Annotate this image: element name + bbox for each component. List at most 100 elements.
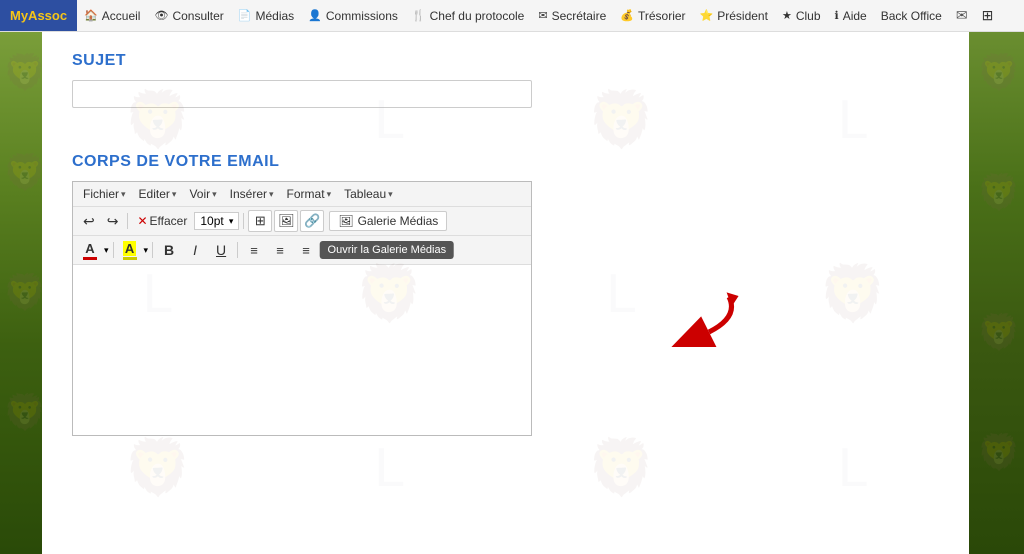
- voir-chevron: ▾: [212, 189, 217, 200]
- align-right-button[interactable]: ≡: [294, 239, 318, 261]
- bg-color-a-label: A: [123, 241, 136, 256]
- body-section: CORPS DE VOTRE EMAIL Fichier ▾ Editer ▾ …: [72, 153, 939, 436]
- lion-watermark-left-2: 🦁: [3, 152, 42, 193]
- clear-label: Effacer: [150, 214, 188, 228]
- navbar: MyAssoc 🏠 Accueil 👁 Consulter 📄 Médias 👤…: [0, 0, 1024, 32]
- nav-aide-label: Aide: [843, 9, 867, 23]
- lion-watermark-right-1: 🦁: [977, 52, 1021, 93]
- lion-watermark-left-4: 🦁: [3, 392, 42, 433]
- italic-button[interactable]: I: [183, 239, 207, 261]
- menu-editer[interactable]: Editer ▾: [134, 185, 182, 203]
- eye-icon: 👁: [154, 9, 168, 22]
- lion-watermark-right-2: 🦁: [977, 172, 1021, 213]
- nav-consulter[interactable]: 👁 Consulter: [147, 0, 230, 31]
- nav-club-label: Club: [796, 9, 821, 23]
- fontsize-chevron: ▾: [229, 216, 234, 227]
- menu-voir[interactable]: Voir ▾: [184, 185, 221, 203]
- redo-button[interactable]: ↪: [102, 211, 124, 232]
- subject-input[interactable]: [72, 80, 532, 108]
- menu-voir-label: Voir: [189, 187, 210, 201]
- body-label: CORPS DE VOTRE EMAIL: [72, 153, 939, 171]
- star-icon: ⭐: [700, 9, 714, 22]
- align-center-button[interactable]: ≡: [268, 239, 292, 261]
- bg-color-button[interactable]: A: [118, 239, 142, 261]
- galerie-tooltip: Ouvrir la Galerie Médias: [320, 241, 455, 259]
- fmt-sep-3: [237, 242, 238, 258]
- underline-button[interactable]: U: [209, 239, 233, 261]
- undo-button[interactable]: ↩: [78, 211, 100, 232]
- nav-chef-protocole[interactable]: 🍴 Chef du protocole: [405, 0, 531, 31]
- doc-icon: 📄: [238, 9, 252, 22]
- fontsize-select[interactable]: 10pt ▾: [194, 212, 239, 230]
- nav-commissions[interactable]: 👤 Commissions: [301, 0, 405, 31]
- fmt-sep-2: [152, 242, 153, 258]
- nav-chef-label: Chef du protocole: [430, 9, 525, 23]
- galerie-btn-container: 🖼 Galerie Médias Ouvrir la Galerie Média…: [326, 211, 447, 231]
- menu-fichier[interactable]: Fichier ▾: [78, 185, 131, 203]
- align-right-icon: ≡: [302, 243, 310, 258]
- image-icon: 🖼: [278, 213, 295, 229]
- home-icon: 🏠: [84, 9, 98, 22]
- nav-backoffice[interactable]: Back Office: [874, 0, 949, 31]
- table-insert-button[interactable]: ⊞: [248, 210, 272, 232]
- lion-watermark-right-3: 🦁: [977, 312, 1021, 353]
- clear-button[interactable]: ✕ Effacer: [132, 212, 192, 230]
- fork-icon: 🍴: [412, 9, 426, 22]
- table-icon: ⊞: [255, 213, 266, 229]
- align-center-icon: ≡: [276, 243, 284, 258]
- toolbar-sep-1: [127, 213, 128, 229]
- menu-format[interactable]: Format ▾: [282, 185, 337, 203]
- nav-email[interactable]: ✉: [949, 0, 975, 31]
- nav-commissions-label: Commissions: [326, 9, 398, 23]
- format-toolbar: A ▾ A ▾: [73, 236, 531, 265]
- right-sidebar: 🦁 🦁 🦁 🦁: [969, 32, 1024, 554]
- fichier-chevron: ▾: [121, 189, 126, 200]
- nav-tresorier[interactable]: 💰 Trésorier: [613, 0, 692, 31]
- undo-icon: ↩: [83, 213, 95, 230]
- subject-section: SUJET: [72, 52, 939, 133]
- nav-secretaire-label: Secrétaire: [552, 9, 607, 23]
- nav-tresorier-label: Trésorier: [638, 9, 686, 23]
- main-content: 🦁 L 🦁 L L 🦁 L 🦁 🦁 L 🦁 L SUJET CORPS DE V…: [42, 32, 969, 554]
- menu-tableau[interactable]: Tableau ▾: [339, 185, 398, 203]
- menu-inserer[interactable]: Insérer ▾: [225, 185, 279, 203]
- subject-label: SUJET: [72, 52, 939, 70]
- image-insert-button[interactable]: 🖼: [274, 210, 298, 232]
- page-wrapper: 🦁 🦁 🦁 🦁 🦁 L 🦁 L L 🦁 L 🦁 🦁 L 🦁 L SUJET: [0, 32, 1024, 554]
- editor-body[interactable]: [73, 265, 531, 435]
- menu-inserer-label: Insérer: [230, 187, 267, 201]
- nav-president[interactable]: ⭐ Président: [693, 0, 775, 31]
- align-left-icon: ≡: [250, 243, 258, 258]
- nav-accueil[interactable]: 🏠 Accueil: [77, 0, 147, 31]
- gallery-icon: 🖼: [338, 214, 353, 228]
- brand-logo[interactable]: MyAssoc: [0, 0, 77, 31]
- nav-president-label: Président: [717, 9, 768, 23]
- bg-color-chevron[interactable]: ▾: [144, 245, 149, 256]
- nav-aide[interactable]: ℹ Aide: [828, 0, 874, 31]
- italic-icon: I: [193, 242, 197, 258]
- font-color-button[interactable]: A: [78, 239, 102, 261]
- redo-icon: ↪: [107, 213, 119, 230]
- align-left-button[interactable]: ≡: [242, 239, 266, 261]
- nav-grid[interactable]: ⊞: [975, 0, 1001, 31]
- person-icon: 👤: [308, 9, 322, 22]
- underline-icon: U: [216, 242, 226, 258]
- editor-toolbar: ↩ ↪ ✕ Effacer 10pt ▾: [73, 207, 531, 236]
- nav-secretaire[interactable]: ✉ Secrétaire: [531, 0, 613, 31]
- grid-icon: ⊞: [982, 7, 994, 24]
- galerie-medias-button[interactable]: 🖼 Galerie Médias: [329, 211, 447, 231]
- menu-format-label: Format: [287, 187, 325, 201]
- bold-button[interactable]: B: [157, 239, 181, 261]
- toolbar-sep-2: [243, 213, 244, 229]
- info-icon: ℹ: [835, 9, 839, 22]
- x-icon: ✕: [137, 214, 147, 228]
- menu-tableau-label: Tableau: [344, 187, 386, 201]
- mail-icon: ✉: [538, 9, 547, 22]
- lion-watermark-right-4: 🦁: [977, 432, 1021, 473]
- font-color-chevron[interactable]: ▾: [104, 245, 109, 256]
- nav-medias[interactable]: 📄 Médias: [231, 0, 301, 31]
- link-insert-button[interactable]: 🔗: [300, 210, 324, 232]
- nav-backoffice-label: Back Office: [881, 9, 942, 23]
- nav-club[interactable]: ★ Club: [775, 0, 828, 31]
- nav-consulter-label: Consulter: [172, 9, 223, 23]
